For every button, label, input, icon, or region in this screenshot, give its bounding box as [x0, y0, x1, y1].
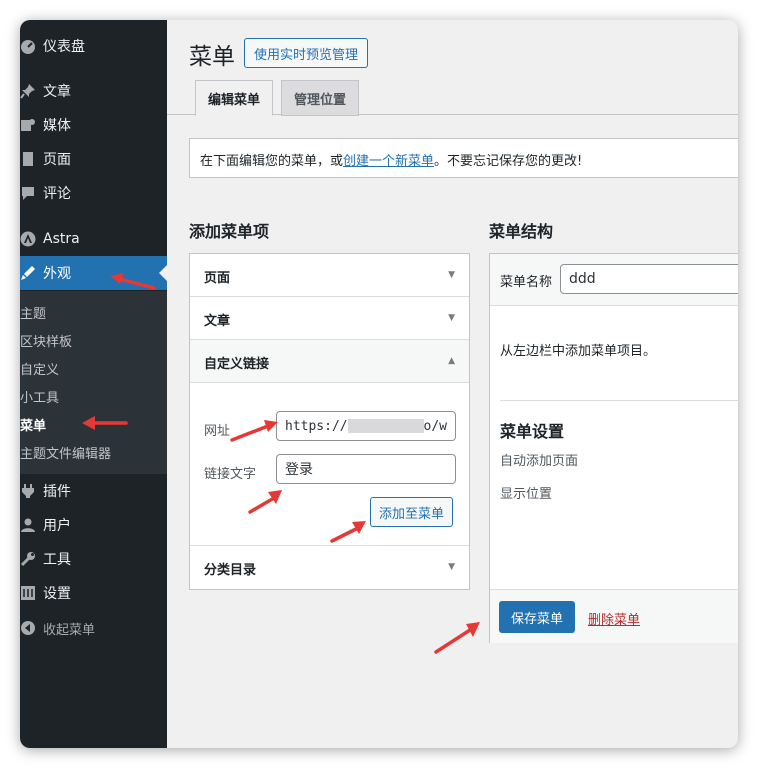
- menu-name-bar: 菜单名称 ddd: [490, 254, 738, 306]
- sidebar-item-plugins[interactable]: 插件: [20, 474, 167, 508]
- menu-structure-panel: 菜单名称 ddd 从左边栏中添加菜单项目。 菜单设置 自动添加页面 显示位置 保…: [489, 253, 738, 643]
- sidebar-item-settings[interactable]: 设置: [20, 576, 167, 610]
- menu-name-label: 菜单名称: [500, 275, 553, 290]
- menu-settings-heading: 菜单设置: [500, 422, 565, 441]
- info-notice: 在下面编辑您的菜单，或创建一个新菜单。不要忘记保存您的更改!: [189, 138, 738, 178]
- annotation-arrow-icon: [434, 622, 480, 654]
- sidebar-item-tools[interactable]: 工具: [20, 542, 167, 576]
- user-icon: [20, 515, 38, 535]
- settings-icon: [20, 583, 38, 603]
- accordion-section-pages[interactable]: 页面 ▼: [190, 254, 469, 297]
- tab-edit-menu[interactable]: 编辑菜单: [195, 80, 274, 116]
- menu-instructions: 从左边栏中添加菜单项目。: [500, 344, 657, 359]
- url-input[interactable]: https://o/w: [276, 411, 456, 441]
- app-window: 仪表盘 文章 媒体 页面 评论 Astra 外观 主题 区块样板 自定义 小工具…: [20, 20, 738, 748]
- appearance-submenu: 主题 区块样板 自定义 小工具 菜单 主题文件编辑器: [20, 291, 167, 474]
- link-text-input[interactable]: 登录: [276, 454, 456, 484]
- annotation-arrow-icon: [248, 490, 282, 514]
- submenu-item-customize[interactable]: 自定义: [20, 359, 59, 378]
- add-to-menu-button[interactable]: 添加至菜单: [370, 497, 454, 527]
- submenu-item-themes[interactable]: 主题: [20, 303, 46, 322]
- accordion-section-categories[interactable]: 分类目录 ▼: [190, 545, 469, 589]
- save-menu-button[interactable]: 保存菜单: [499, 601, 576, 633]
- menu-structure-heading: 菜单结构: [489, 222, 554, 241]
- appearance-icon: [20, 263, 38, 283]
- dashboard-icon: [20, 36, 38, 56]
- sidebar-item-comments[interactable]: 评论: [20, 176, 167, 210]
- plugin-icon: [20, 481, 38, 501]
- menu-structure-footer: 保存菜单 删除菜单: [490, 589, 738, 643]
- nav-tabs: 编辑菜单 管理位置: [167, 80, 738, 116]
- annotation-arrow-icon: [230, 420, 278, 442]
- sidebar-item-posts[interactable]: 文章: [20, 74, 167, 108]
- tab-manage-locations[interactable]: 管理位置: [281, 80, 360, 116]
- divider: [500, 400, 738, 401]
- submenu-item-block-patterns[interactable]: 区块样板: [20, 331, 72, 350]
- sidebar-item-media[interactable]: 媒体: [20, 108, 167, 142]
- submenu-item-widgets[interactable]: 小工具: [20, 387, 59, 406]
- caret-down-icon: ▼: [448, 562, 455, 572]
- accordion-section-custom-links[interactable]: 自定义链接 ▲: [190, 340, 469, 383]
- notice-suffix: 。不要忘记保存您的更改!: [434, 154, 583, 169]
- accordion-section-posts[interactable]: 文章 ▼: [190, 297, 469, 340]
- sidebar-item-pages[interactable]: 页面: [20, 142, 167, 176]
- auto-add-pages-label: 自动添加页面: [500, 454, 579, 469]
- display-location-label: 显示位置: [500, 487, 553, 502]
- submenu-item-menus[interactable]: 菜单: [20, 415, 46, 434]
- caret-down-icon: ▼: [448, 313, 455, 323]
- media-icon: [20, 115, 38, 135]
- add-menu-items-heading: 添加菜单项: [189, 222, 270, 241]
- menu-name-input[interactable]: ddd: [560, 264, 738, 294]
- comment-icon: [20, 183, 38, 203]
- collapse-menu-button[interactable]: 收起菜单: [20, 611, 167, 645]
- caret-up-icon: ▲: [448, 356, 455, 366]
- sidebar-item-astra[interactable]: Astra: [20, 222, 167, 256]
- notice-prefix: 在下面编辑您的菜单，或: [200, 154, 344, 169]
- admin-sidebar: 仪表盘 文章 媒体 页面 评论 Astra 外观 主题 区块样板 自定义 小工具…: [20, 20, 167, 748]
- live-preview-button[interactable]: 使用实时预览管理: [244, 38, 369, 68]
- pin-icon: [20, 81, 38, 101]
- page-title: 菜单: [189, 44, 235, 70]
- caret-down-icon: ▼: [448, 270, 455, 280]
- sidebar-item-users[interactable]: 用户: [20, 508, 167, 542]
- annotation-arrow-icon: [110, 273, 156, 290]
- submenu-item-theme-editor[interactable]: 主题文件编辑器: [20, 443, 111, 462]
- url-label: 网址: [204, 424, 231, 439]
- delete-menu-link[interactable]: 删除菜单: [588, 609, 640, 628]
- annotation-arrow-icon: [330, 521, 366, 543]
- astra-icon: [20, 229, 38, 249]
- annotation-arrow-icon: [82, 416, 128, 430]
- link-text-label: 链接文字: [204, 467, 257, 482]
- wrench-icon: [20, 549, 38, 569]
- create-new-menu-link[interactable]: 创建一个新菜单: [343, 154, 434, 169]
- redacted-domain: [347, 419, 424, 433]
- collapse-icon: [20, 618, 38, 638]
- sidebar-item-dashboard[interactable]: 仪表盘: [20, 29, 167, 63]
- page-icon: [20, 149, 38, 169]
